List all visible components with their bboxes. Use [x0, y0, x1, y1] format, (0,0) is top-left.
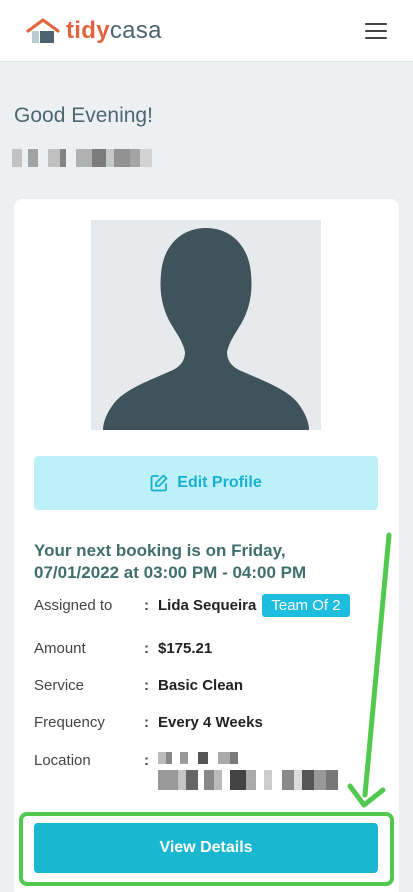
redacted-user-name [12, 149, 152, 167]
frequency-value: Every 4 Weeks [158, 713, 263, 731]
greeting-text: Good Evening! [14, 104, 153, 127]
assigned-to-value: Lida Sequeira [158, 596, 257, 614]
house-logo-icon [26, 17, 60, 43]
redacted-address-line-1 [158, 752, 238, 764]
tidycasa-logo[interactable]: tidycasa [26, 16, 162, 44]
colon: : [144, 639, 149, 657]
service-value: Basic Clean [158, 676, 244, 694]
service-label: Service [34, 676, 85, 694]
view-details-button[interactable]: View Details [34, 823, 378, 873]
assigned-to-label: Assigned to [34, 596, 113, 614]
frequency-row: Frequency : Every 4 Weeks [34, 710, 384, 734]
logo-tidy-text: tidy [66, 16, 110, 44]
edit-pencil-icon [150, 474, 168, 492]
avatar [91, 220, 321, 430]
next-booking-heading: Your next booking is on Friday, 07/01/20… [34, 541, 307, 582]
amount-value: $175.21 [158, 639, 213, 657]
edit-profile-label: Edit Profile [177, 474, 262, 491]
user-silhouette-icon [103, 228, 309, 430]
logo-casa-text: casa [109, 16, 162, 44]
hamburger-menu-icon[interactable] [365, 22, 387, 39]
team-badge: Team Of 2 [262, 593, 350, 617]
profile-card: Edit Profile Your next booking is on Fri… [14, 199, 399, 892]
location-label: Location [34, 751, 91, 769]
service-row: Service : Basic Clean [34, 673, 384, 697]
amount-label: Amount [34, 639, 86, 657]
colon: : [144, 676, 149, 694]
top-navbar: tidycasa [0, 0, 413, 62]
edit-profile-button[interactable]: Edit Profile [34, 456, 378, 510]
colon: : [144, 751, 149, 769]
colon: : [144, 713, 149, 731]
frequency-label: Frequency [34, 713, 105, 731]
logo-wordmark: tidycasa [66, 16, 162, 44]
assigned-to-row: Assigned to : Lida Sequeira Team Of 2 [34, 593, 384, 617]
amount-row: Amount : $175.21 [34, 636, 384, 660]
colon: : [144, 596, 149, 614]
redacted-address-line-2 [158, 770, 338, 790]
